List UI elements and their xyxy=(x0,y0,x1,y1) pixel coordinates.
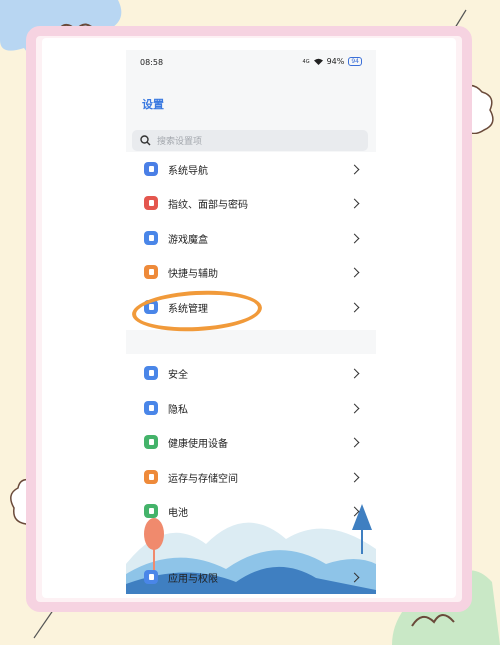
settings-item-apps-permissions[interactable]: 应用与权限 xyxy=(126,560,376,594)
chevron-right-icon xyxy=(349,267,360,277)
storage-icon xyxy=(144,470,158,484)
battery-setting-icon xyxy=(144,504,158,518)
chevron-right-icon xyxy=(349,302,360,312)
status-bar: 08:58 4G 94% 94 xyxy=(126,50,376,76)
settings-item-security[interactable]: 安全 xyxy=(126,356,376,390)
chevron-right-icon xyxy=(349,506,360,516)
network-label: 4G xyxy=(302,58,310,65)
settings-item-game-box[interactable]: 游戏魔盒 xyxy=(126,221,376,255)
settings-item-label: 系统导航 xyxy=(168,165,208,177)
chevron-right-icon xyxy=(349,233,360,243)
settings-item-shortcuts[interactable]: 快捷与辅助 xyxy=(126,255,376,289)
fingerprint-icon xyxy=(144,196,158,210)
privacy-lock-icon xyxy=(144,401,158,415)
chevron-right-icon xyxy=(349,572,360,582)
navigation-icon xyxy=(144,162,158,176)
game-icon xyxy=(144,231,158,245)
battery-icon: 94 xyxy=(348,57,362,66)
apps-icon xyxy=(144,570,158,584)
chevron-right-icon xyxy=(349,368,360,378)
settings-group-2: 安全 隐私 健康使用设备 运存与存储空间 电池 应用与权限 xyxy=(126,354,376,594)
settings-item-healthy-usage[interactable]: 健康使用设备 xyxy=(126,425,376,459)
battery-text: 94% xyxy=(326,57,345,66)
chevron-right-icon xyxy=(349,472,360,482)
chevron-right-icon xyxy=(349,403,360,413)
settings-item-label: 健康使用设备 xyxy=(168,438,228,450)
status-right: 4G 94% 94 xyxy=(303,57,362,66)
settings-item-label: 安全 xyxy=(168,369,188,381)
settings-item-fingerprint[interactable]: 指纹、面部与密码 xyxy=(126,186,376,220)
settings-item-label: 运存与存储空间 xyxy=(168,473,238,485)
search-bar[interactable]: 搜索设置项 xyxy=(132,130,368,151)
settings-item-label: 电池 xyxy=(168,507,188,519)
settings-item-label: 快捷与辅助 xyxy=(168,268,218,280)
settings-item-label: 指纹、面部与密码 xyxy=(168,199,248,211)
settings-item-system-navigation[interactable]: 系统导航 xyxy=(126,152,376,186)
status-time: 08:58 xyxy=(140,58,164,67)
settings-item-battery[interactable]: 电池 xyxy=(126,494,376,528)
search-placeholder: 搜索设置项 xyxy=(157,137,203,147)
settings-item-label: 游戏魔盒 xyxy=(168,234,208,246)
settings-item-label: 应用与权限 xyxy=(168,573,218,585)
search-icon xyxy=(140,135,151,146)
settings-item-privacy[interactable]: 隐私 xyxy=(126,391,376,425)
health-icon xyxy=(144,435,158,449)
shortcut-icon xyxy=(144,265,158,279)
security-icon xyxy=(144,366,158,380)
page-title: 设置 xyxy=(142,98,164,111)
chevron-right-icon xyxy=(349,164,360,174)
settings-item-storage[interactable]: 运存与存储空间 xyxy=(126,460,376,494)
wifi-icon xyxy=(313,58,323,65)
chevron-right-icon xyxy=(349,198,360,208)
chevron-right-icon xyxy=(349,437,360,447)
settings-item-label: 隐私 xyxy=(168,404,188,416)
